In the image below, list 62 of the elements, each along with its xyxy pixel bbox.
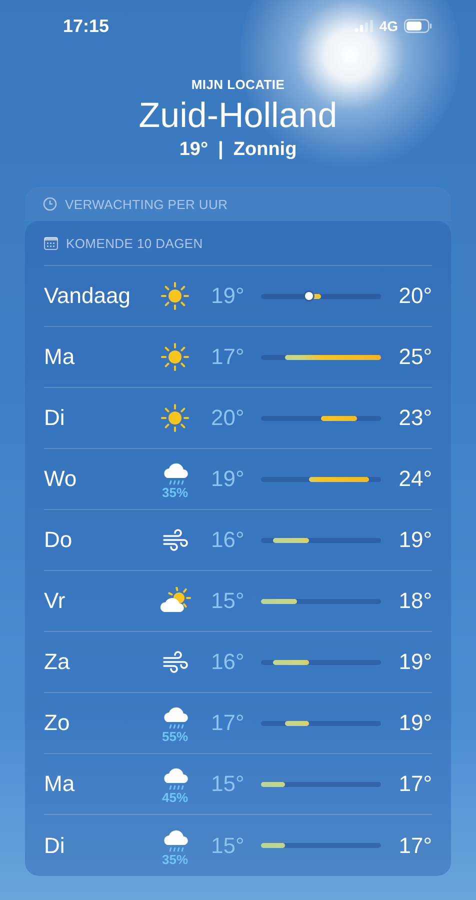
- location-label: MIJN LOCATIE: [191, 77, 285, 92]
- temperature-range-bar: [261, 843, 285, 848]
- high-temperature: 19°: [398, 710, 432, 736]
- low-temperature: 16°: [211, 649, 246, 675]
- condition-text: Zonnig: [233, 139, 297, 161]
- calendar-icon: [44, 236, 58, 250]
- low-temperature: 20°: [211, 405, 246, 431]
- precipitation-chance: 55%: [162, 730, 188, 744]
- precipitation-chance: 35%: [162, 486, 188, 500]
- low-temperature: 17°: [211, 710, 246, 736]
- day-label: Vr: [44, 588, 66, 614]
- high-temperature: 23°: [398, 405, 432, 431]
- battery-icon: [404, 19, 432, 33]
- day-label: Di: [44, 832, 66, 858]
- low-temperature: 15°: [211, 832, 246, 858]
- low-temperature: 19°: [211, 283, 246, 309]
- day-label: Do: [44, 527, 74, 553]
- low-temperature: 15°: [211, 771, 246, 797]
- day-label: Wo: [44, 466, 78, 492]
- temperature-range-bar: [285, 720, 309, 726]
- sun-icon: [161, 282, 189, 310]
- temperature-range-bar: [273, 538, 309, 542]
- low-temperature: 15°: [211, 588, 246, 614]
- separator: |: [218, 139, 224, 161]
- section-title: KOMENDE 10 DAGEN: [66, 236, 203, 250]
- clock-icon: [43, 197, 57, 211]
- temperature-range-bar: [309, 476, 369, 482]
- high-temperature: 20°: [398, 283, 432, 309]
- sun-icon: [161, 343, 189, 371]
- current-temperature: 19°: [179, 139, 208, 161]
- sun-behind-cloud-icon: [158, 587, 192, 615]
- day-label: Di: [44, 405, 66, 431]
- hourly-forecast-card[interactable]: VERWACHTING PER UUR: [25, 187, 451, 221]
- low-temperature: 17°: [211, 344, 246, 370]
- day-label: Zo: [44, 710, 71, 736]
- high-temperature: 25°: [398, 344, 432, 370]
- temperature-range-bar: [261, 782, 285, 786]
- temperature-range-bar: [321, 416, 357, 420]
- precipitation-chance: 35%: [162, 852, 188, 866]
- section-title: VERWACHTING PER UUR: [65, 196, 228, 212]
- network-label: 4G: [379, 18, 398, 34]
- high-temperature: 19°: [398, 527, 432, 553]
- low-temperature: 19°: [211, 466, 246, 492]
- wind-icon: [161, 648, 189, 676]
- day-label: Za: [44, 649, 71, 675]
- signal-icon: [355, 20, 374, 32]
- high-temperature: 24°: [398, 466, 432, 492]
- day-label: Ma: [44, 771, 76, 797]
- sun-icon: [161, 404, 189, 432]
- day-label: Vandaag: [44, 283, 132, 309]
- high-temperature: 19°: [398, 649, 432, 675]
- location-name: Zuid-Holland: [138, 95, 338, 137]
- status-time: 17:15: [63, 16, 110, 36]
- wind-icon: [161, 526, 189, 554]
- low-temperature: 16°: [211, 527, 246, 553]
- precipitation-chance: 45%: [162, 791, 188, 805]
- temperature-range-bar: [273, 660, 309, 664]
- day-label: Ma: [44, 344, 76, 370]
- high-temperature: 17°: [398, 832, 432, 858]
- temperature-range-bar: [261, 598, 297, 604]
- high-temperature: 18°: [398, 588, 432, 614]
- high-temperature: 17°: [398, 771, 432, 797]
